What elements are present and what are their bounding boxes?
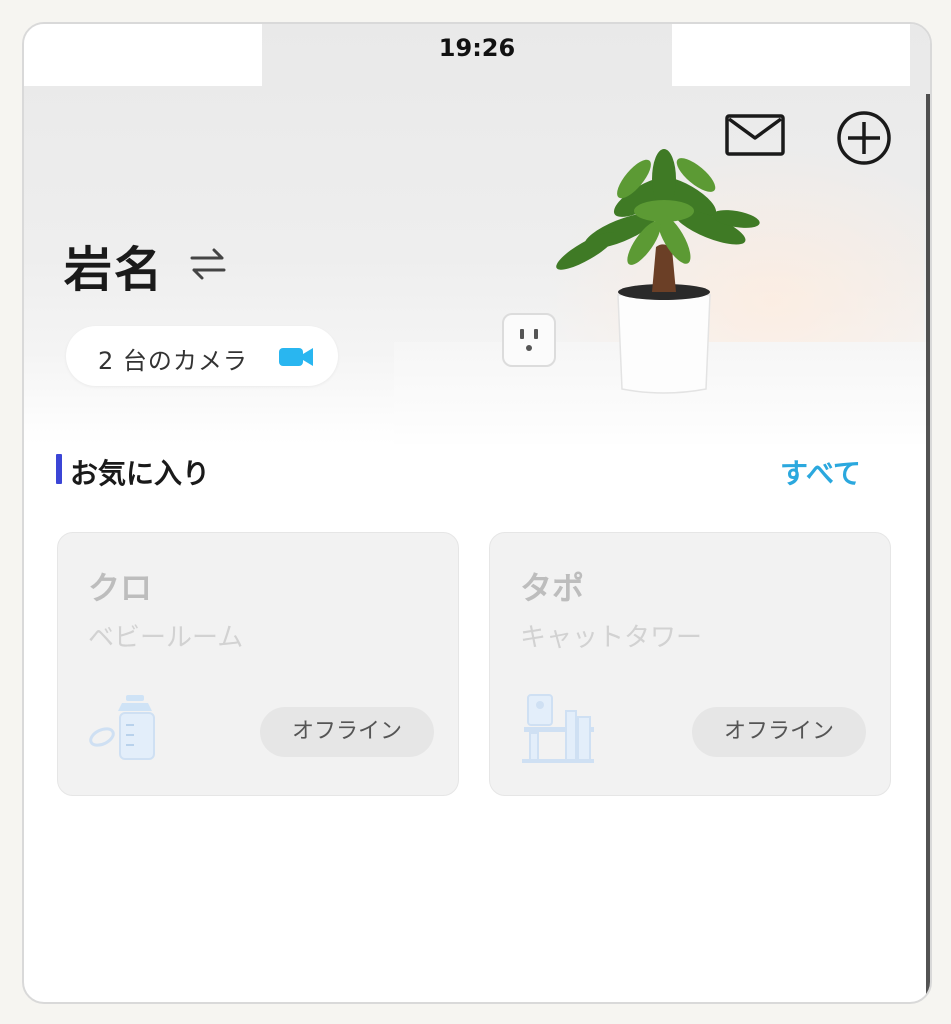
camera-count-chip[interactable]: 2 台のカメラ <box>66 326 338 386</box>
video-camera-icon <box>279 348 313 366</box>
smart-plug-image <box>502 313 556 367</box>
camera-count-label: 2 台のカメラ <box>98 347 248 375</box>
cat-tower-icon <box>522 694 594 763</box>
status-time: 19:26 <box>438 34 516 62</box>
camera-card-tapo[interactable]: タポ キャットタワー オフライン <box>489 532 891 796</box>
camera-card-kuro[interactable]: クロ ベビールーム オフライン <box>57 532 459 796</box>
add-circle-icon[interactable] <box>836 110 892 166</box>
app-screen: 19:26 岩名 2 台のカメラ お気に入り すべて クロ ベビールーム オフラ… <box>22 22 932 1004</box>
mail-icon[interactable] <box>724 112 788 160</box>
status-badge: オフライン <box>260 707 434 757</box>
potted-plant-image <box>556 149 760 394</box>
section-marker <box>56 454 62 484</box>
status-badge: オフライン <box>692 707 866 757</box>
camera-name: クロ <box>88 569 153 607</box>
see-all-link[interactable]: すべて <box>780 452 861 492</box>
camera-name: タポ <box>520 569 585 607</box>
camera-room: ベビールーム <box>88 623 244 653</box>
favorites-title: お気に入り <box>70 457 211 490</box>
home-name[interactable]: 岩名 <box>64 230 164 300</box>
screen-edge <box>926 94 930 994</box>
baby-bottle-icon <box>89 695 155 760</box>
swap-arrows-icon[interactable] <box>188 246 228 282</box>
camera-room: キャットタワー <box>520 623 703 653</box>
